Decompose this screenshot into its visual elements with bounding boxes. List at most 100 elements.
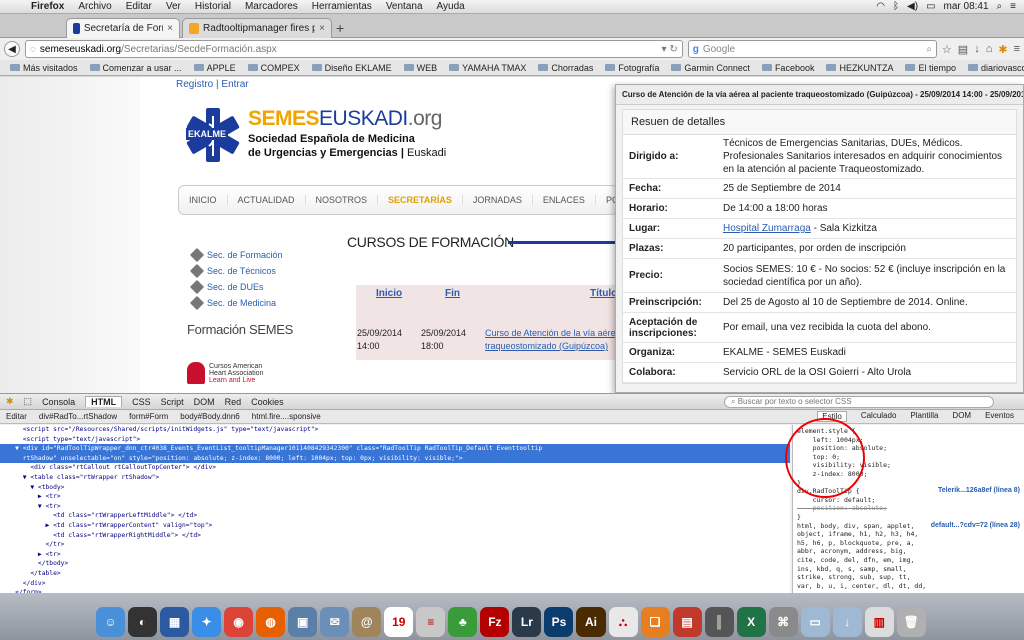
tab-calculado[interactable]: Calculado: [861, 411, 897, 422]
html-tree-line[interactable]: ▼ <div id="RadToolTipWrapper_dnn_ctr4038…: [0, 444, 790, 454]
aha-logo[interactable]: Cursos American Heart Association Learn an…: [187, 362, 263, 384]
menu-ventana[interactable]: Ventana: [379, 1, 430, 12]
app-store-icon[interactable]: ⌘: [768, 607, 798, 637]
tab-consola[interactable]: Consola: [42, 397, 75, 407]
bluetooth-icon[interactable]: ᛒ: [893, 1, 899, 12]
calendar-icon[interactable]: 19: [384, 607, 414, 637]
bookmarks-menu-icon[interactable]: ▤: [958, 43, 968, 56]
sec-formacion-link[interactable]: Sec. de Formación: [189, 247, 283, 263]
crumb-form[interactable]: form#Form: [129, 412, 168, 421]
notifications-icon[interactable]: ≡: [1010, 1, 1016, 12]
html-tree-line[interactable]: </tbody>: [0, 559, 790, 569]
menu-herramientas[interactable]: Herramientas: [305, 1, 379, 12]
html-tree-line[interactable]: ▼ <tr>: [0, 502, 790, 512]
html-tree-line[interactable]: ▶ <tr>: [0, 492, 790, 502]
devtools-search-input[interactable]: ⌕ Buscar por texto o selector CSS: [724, 395, 994, 408]
html-tree-line[interactable]: </tr>: [0, 540, 790, 550]
bookmark-item[interactable]: YAMAHA TMAX: [443, 63, 532, 73]
filezilla-icon[interactable]: Fz: [480, 607, 510, 637]
html-tree-line[interactable]: <script src="/Resources/Shared/scripts/i…: [0, 425, 790, 435]
search-icon[interactable]: ⌕: [926, 44, 932, 55]
bookmark-item[interactable]: APPLE: [188, 63, 242, 73]
site-logo[interactable]: SEMESEUSKADI.org: [248, 107, 442, 131]
html-tree-line[interactable]: <td class="rtWrapperLeftMiddle"> </td>: [0, 511, 790, 521]
tab-secretaria[interactable]: Secretaría de Formación E... ×: [66, 18, 180, 38]
bookmark-item[interactable]: Fotografía: [599, 63, 665, 73]
col-fin[interactable]: Fin: [445, 288, 460, 299]
col-titulo[interactable]: Título: [590, 288, 617, 299]
html-tree-line[interactable]: ▶ <tr>: [0, 550, 790, 560]
bookmark-item[interactable]: El tiempo: [899, 63, 962, 73]
bookmark-item[interactable]: Garmin Connect: [665, 63, 756, 73]
download-icon[interactable]: ↓: [974, 43, 980, 56]
sec-medicina-link[interactable]: Sec. de Medicina: [189, 295, 283, 311]
contacts-icon[interactable]: @: [352, 607, 382, 637]
preview-icon[interactable]: ▣: [288, 607, 318, 637]
acrobat-icon[interactable]: ⛬: [608, 607, 638, 637]
tab-dom[interactable]: DOM: [194, 397, 215, 407]
folder-icon[interactable]: ▭: [800, 607, 830, 637]
course-link[interactable]: Curso de Atención de la vía aérea a traqu…: [485, 327, 628, 353]
sec-dues-link[interactable]: Sec. de DUEs: [189, 279, 283, 295]
battery-icon[interactable]: ▭: [926, 1, 935, 12]
finder-icon[interactable]: ☺: [96, 607, 126, 637]
css-rule-line[interactable]: position: absolute;: [797, 504, 1020, 513]
css-rule-line[interactable]: default...?cdv=72 (línea 28) html, body, …: [797, 522, 1020, 531]
bookmark-item[interactable]: HEZKUNTZA: [820, 63, 899, 73]
close-icon[interactable]: ×: [319, 23, 325, 34]
trash-icon[interactable]: 🗑: [896, 607, 926, 637]
html-tree-line[interactable]: ▼ <tbody>: [0, 483, 790, 493]
mission-control-icon[interactable]: ▦: [160, 607, 190, 637]
bookmark-item[interactable]: WEB: [398, 63, 444, 73]
volume-icon[interactable]: ◀): [907, 1, 918, 12]
html-tree-line[interactable]: <div class="rtCallout rtCalloutTopCenter…: [0, 463, 790, 473]
menu-enlaces[interactable]: ENLACES: [533, 195, 596, 205]
css-rule-line[interactable]: object, iframe, h1, h2, h3, h4,: [797, 530, 1020, 539]
col-inicio[interactable]: Inicio: [376, 288, 402, 299]
tab-red[interactable]: Red: [225, 397, 242, 407]
search-input[interactable]: g Google ⌕: [687, 40, 937, 58]
excel-icon[interactable]: X: [736, 607, 766, 637]
lightroom-icon[interactable]: Lr: [512, 607, 542, 637]
css-rule-line[interactable]: strike, strong, sub, sup, tt,: [797, 573, 1020, 582]
pdf-icon[interactable]: ▤: [672, 607, 702, 637]
dashboard-icon[interactable]: ◐: [128, 607, 158, 637]
html-tree-line[interactable]: rtShadow" unselectable="on" style="posit…: [0, 453, 790, 464]
photoshop-icon[interactable]: Ps: [544, 607, 574, 637]
edit-button[interactable]: Editar: [6, 412, 27, 421]
sec-tecnicos-link[interactable]: Sec. de Técnicos: [189, 263, 283, 279]
html-tree[interactable]: <script src="/Resources/Shared/scripts/i…: [0, 425, 790, 594]
home-icon[interactable]: ⌂: [986, 43, 993, 56]
illustrator-icon[interactable]: Ai: [576, 607, 606, 637]
css-source-link[interactable]: Telerik...126a8ef (línea 8): [938, 487, 1020, 496]
safari-icon[interactable]: ✦: [192, 607, 222, 637]
menu-editar[interactable]: Editar: [119, 1, 159, 12]
html-tree-line[interactable]: ▼ <table class="rtWrapper rtShadow">: [0, 473, 790, 483]
menu-archivo[interactable]: Archivo: [71, 1, 118, 12]
back-button[interactable]: ◀: [4, 41, 20, 57]
html-tree-line[interactable]: ▶ <td class="rtWrapperContent" valign="t…: [0, 521, 790, 531]
css-rule-line[interactable]: var, b, u, i, center, dl, dt, dd,: [797, 582, 1020, 591]
crumb-html[interactable]: html.fire....sponsive: [252, 412, 321, 421]
search-icon[interactable]: ⌕: [997, 1, 1003, 12]
bookmark-item[interactable]: Más visitados: [4, 63, 84, 73]
bookmark-item[interactable]: diariovasco.com: [962, 63, 1024, 73]
bookmark-star-icon[interactable]: ☆: [942, 43, 952, 56]
tab-plantilla[interactable]: Plantilla: [910, 411, 938, 422]
clock[interactable]: mar 08:41: [944, 1, 989, 12]
css-rule-line[interactable]: cite, code, del, dfn, em, img,: [797, 556, 1020, 565]
mail-icon[interactable]: ✉: [320, 607, 350, 637]
url-bar[interactable]: ◌ semeseuskadi.org/Secretarias/SecdeForm…: [24, 40, 683, 58]
css-rule-line[interactable]: h5, h6, p, blockquote, pre, a,: [797, 539, 1020, 548]
menu-app-name[interactable]: Firefox: [24, 1, 71, 12]
firebug-icon[interactable]: ✱: [6, 396, 14, 407]
tab-html[interactable]: HTML: [85, 396, 123, 407]
close-icon[interactable]: ×: [167, 23, 173, 34]
inspect-icon[interactable]: ⬚: [24, 396, 33, 407]
bookmark-item[interactable]: Comenzar a usar ...: [84, 63, 188, 73]
menu-historial[interactable]: Historial: [188, 1, 238, 12]
html-tree-line[interactable]: </table>: [0, 569, 790, 579]
wifi-icon[interactable]: ◠: [876, 1, 885, 12]
chrome-icon[interactable]: ◉: [224, 607, 254, 637]
css-rule-line[interactable]: }: [797, 513, 1020, 522]
